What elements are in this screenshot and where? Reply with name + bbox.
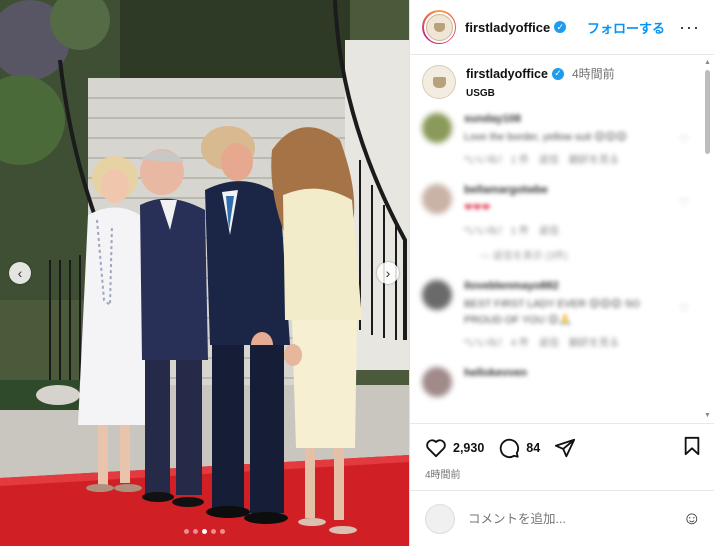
comment-username[interactable]: sunday108 <box>464 113 664 125</box>
post-side-panel: firstladyoffice ✓ フォローする ··· firstladyof… <box>409 0 714 546</box>
post-caption: firstladyoffice ✓ 4時間前 USGB <box>410 55 703 99</box>
follow-button[interactable]: フォローする <box>587 18 665 37</box>
comment-username[interactable]: hellokevven <box>464 367 664 379</box>
send-paper-plane-icon <box>555 438 576 458</box>
comment-item: iloveblenmayo882 BEST FIRST LADY EVER 😊😊… <box>410 280 703 349</box>
heart-icon[interactable]: ♡ <box>679 133 689 146</box>
heart-icon[interactable]: ♡ <box>679 196 689 209</box>
comment-username[interactable]: bellamargotwbe <box>464 184 664 196</box>
comment-item: hellokevven <box>410 367 703 397</box>
comment-meta[interactable]: *いいね！ 1 件 返信 翻訳を見る <box>464 151 664 166</box>
verified-badge-icon: ✓ <box>554 21 567 33</box>
post-actions: 2,930 84 4時間前 <box>410 423 714 481</box>
comment-username[interactable]: iloveblenmayo882 <box>464 280 664 292</box>
profile-avatar[interactable] <box>422 10 456 44</box>
slide-dot <box>184 529 189 534</box>
comment-avatar[interactable] <box>422 184 452 214</box>
scroll-down-arrow-icon[interactable]: ▼ <box>703 411 712 420</box>
comment-text: Love the border, yellow suit 😊😊😊 <box>464 131 627 143</box>
header-username[interactable]: firstladyoffice <box>465 20 550 35</box>
slide-dot <box>211 529 216 534</box>
save-bookmark-button[interactable] <box>683 436 701 461</box>
scrollbar-track[interactable] <box>705 70 710 408</box>
emoji-icon[interactable]: ☺ <box>683 508 701 529</box>
chevron-right-icon: › <box>385 265 391 281</box>
post-timestamp[interactable]: 4時間前 <box>410 466 714 481</box>
caption-avatar[interactable] <box>422 65 456 99</box>
comment-meta[interactable]: *いいね！ 4 件 返信 翻訳を見る <box>464 334 664 349</box>
photo-illustration <box>0 0 409 546</box>
comment-item: bellamargotwbe ❤❤❤ *いいね！ 1 件 返信 ♡ <box>410 184 703 237</box>
chevron-left-icon: ‹ <box>17 265 23 281</box>
heart-icon[interactable]: ♡ <box>679 302 689 315</box>
scroll-up-arrow-icon[interactable]: ▲ <box>703 58 712 67</box>
seal-logo-icon <box>425 13 453 41</box>
share-button[interactable] <box>554 437 582 459</box>
slide-indicator <box>0 529 409 534</box>
post-header: firstladyoffice ✓ フォローする ··· <box>410 0 714 55</box>
caption-username[interactable]: firstladyoffice <box>466 67 548 81</box>
comment-avatar[interactable] <box>422 280 452 310</box>
comment-text: BEST FIRST LADY EVER 😊😊😊 SO PROUD OF YOU… <box>464 298 640 326</box>
caption-text: USGB <box>466 88 495 99</box>
comment-input[interactable] <box>466 510 683 527</box>
comment-meta[interactable]: *いいね！ 1 件 返信 <box>464 222 664 237</box>
comment-count[interactable]: 84 <box>526 441 540 455</box>
comment-bubble-icon <box>500 438 520 459</box>
comment-button[interactable]: 84 <box>498 437 540 459</box>
view-replies-link[interactable]: — 返信を表示 (3件) <box>410 247 703 262</box>
bookmark-icon <box>684 436 700 455</box>
slide-dot <box>220 529 225 534</box>
scrollbar-thumb[interactable] <box>705 70 710 154</box>
instagram-post-modal: ‹ › firstladyoffice ✓ フォローする ··· firstla… <box>0 0 714 546</box>
previous-slide-button[interactable]: ‹ <box>9 262 31 284</box>
caption-time[interactable]: 4時間前 <box>572 65 615 82</box>
verified-badge-icon: ✓ <box>551 67 564 80</box>
comment-text: ❤❤❤ <box>464 202 491 214</box>
comments-scrollbar[interactable]: ▲ ▼ <box>703 58 712 420</box>
comments-scroll-area[interactable]: firstladyoffice ✓ 4時間前 USGB sunday108 Lo… <box>410 55 703 423</box>
like-count[interactable]: 2,930 <box>453 441 484 455</box>
post-photo[interactable]: ‹ › <box>0 0 409 546</box>
comment-item: sunday108 Love the border, yellow suit 😊… <box>410 113 703 166</box>
add-comment-bar: ☺ <box>410 490 714 546</box>
comment-avatar[interactable] <box>422 367 452 397</box>
slide-dot-active <box>202 529 207 534</box>
comment-avatar[interactable] <box>422 113 452 143</box>
current-user-avatar <box>425 503 455 534</box>
more-options-icon[interactable]: ··· <box>679 18 700 36</box>
heart-icon <box>426 439 446 458</box>
next-slide-button[interactable]: › <box>377 262 399 284</box>
like-button[interactable]: 2,930 <box>425 438 484 458</box>
slide-dot <box>193 529 198 534</box>
